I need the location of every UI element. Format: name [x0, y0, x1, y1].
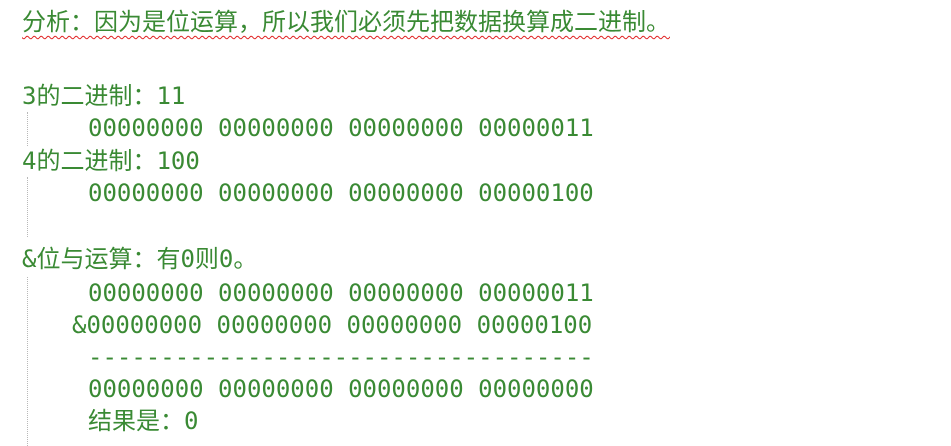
and-result-text: 结果是：0 — [88, 407, 199, 435]
indent-guide — [27, 277, 28, 446]
and-divider: ----------------------------------- — [88, 343, 594, 371]
and-result-binary: 00000000 00000000 00000000 00000000 — [88, 375, 594, 403]
and-operation-label: &位与运算：有0则0。 — [22, 245, 258, 273]
and-operand-2: &00000000 00000000 00000000 00000100 — [72, 311, 593, 339]
indent-guide — [27, 177, 28, 237]
binary-3-label: 3的二进制：11 — [22, 82, 186, 110]
binary-4-value: 00000000 00000000 00000000 00000100 — [88, 179, 594, 207]
binary-3-value: 00000000 00000000 00000000 00000011 — [88, 114, 594, 142]
and-operand-1: 00000000 00000000 00000000 00000011 — [88, 279, 594, 307]
indent-guide — [27, 112, 28, 146]
text-editor[interactable]: 分析：因为是位运算，所以我们必须先把数据换算成二进制。 3的二进制：11 000… — [0, 0, 951, 446]
analysis-heading: 分析：因为是位运算，所以我们必须先把数据换算成二进制。 — [22, 8, 670, 36]
binary-4-label: 4的二进制：100 — [22, 147, 200, 175]
